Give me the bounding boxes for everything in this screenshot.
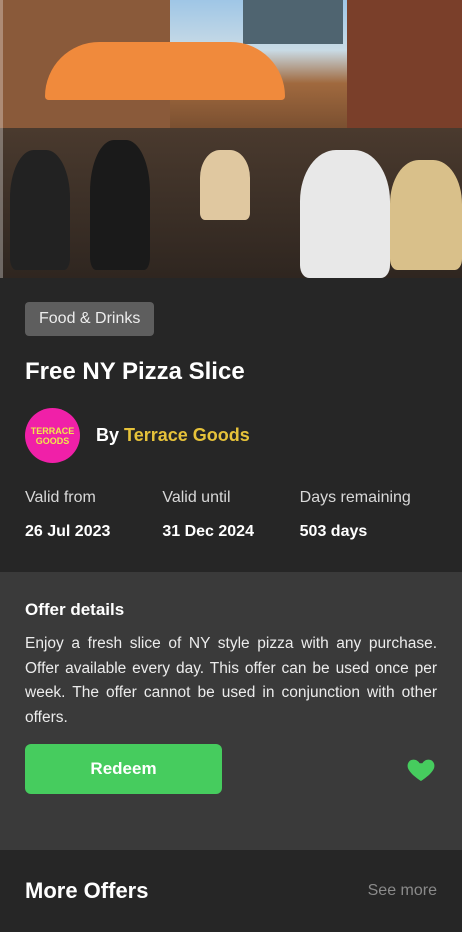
more-offers-header: More Offers See more [0,850,462,932]
actions-row: Redeem [25,744,437,794]
hero-image [0,0,462,278]
valid-until: Valid until 31 Dec 2024 [162,489,299,541]
days-remaining-value: 503 days [299,523,368,540]
valid-from-label: Valid from [25,489,96,506]
offer-details-title: Offer details [25,600,125,619]
valid-from: Valid from 26 Jul 2023 [25,489,162,541]
category-badge: Food & Drinks [25,302,155,336]
vendor-name-link[interactable]: Terrace Goods [124,425,250,445]
more-offers-title: More Offers [25,878,149,903]
vendor-logo: TERRACE GOODS [25,408,80,463]
days-remaining: Days remaining 503 days [300,489,437,541]
valid-until-value: 31 Dec 2024 [162,523,254,540]
scrollbar[interactable] [0,0,3,278]
vendor-row[interactable]: TERRACE GOODS By Terrace Goods [25,408,437,463]
offer-card: Food & Drinks Free NY Pizza Slice TERRAC… [0,278,462,572]
heart-icon[interactable] [405,753,437,785]
days-remaining-label: Days remaining [299,489,411,506]
offer-title: Free NY Pizza Slice [25,358,245,385]
by-label: By [96,425,120,445]
valid-until-label: Valid until [162,489,231,506]
see-more-link[interactable]: See more [368,882,437,900]
redeem-button[interactable]: Redeem [25,744,222,794]
valid-from-value: 26 Jul 2023 [25,523,111,540]
offer-details-section: Offer details Enjoy a fresh slice of NY … [0,572,462,850]
validity-row: Valid from 26 Jul 2023 Valid until 31 De… [25,489,437,541]
offer-details-text: Enjoy a fresh slice of NY style pizza wi… [25,635,437,726]
